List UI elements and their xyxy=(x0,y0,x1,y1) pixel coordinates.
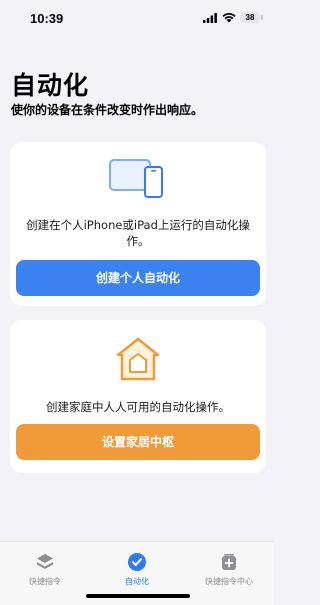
personal-automation-description: 创建在个人iPhone或iPad上运行的自动化操作。 xyxy=(26,218,250,248)
home-icon xyxy=(116,337,160,381)
personal-automation-card: 创建在个人iPhone或iPad上运行的自动化操作。 创建个人自动化 xyxy=(10,142,266,306)
status-time: 10:39 xyxy=(30,11,64,26)
tab-gallery[interactable]: 快捷指令中心 xyxy=(184,552,274,587)
tab-gallery-label: 快捷指令中心 xyxy=(205,577,253,586)
tab-automation[interactable]: 自动化 xyxy=(92,552,182,587)
wifi-icon xyxy=(222,13,236,23)
setup-home-hub-button[interactable]: 设置家居中枢 xyxy=(16,424,260,460)
checkmark-clock-icon xyxy=(128,553,146,571)
home-automation-card: 创建家庭中人人可用的自动化操作。 设置家居中枢 xyxy=(10,320,266,473)
tab-shortcuts-label: 快捷指令 xyxy=(29,577,61,586)
devices-icon xyxy=(109,159,163,198)
cellular-signal-icon xyxy=(203,13,217,23)
battery-indicator: 38 xyxy=(240,12,263,23)
home-automation-description: 创建家庭中人人可用的自动化操作。 xyxy=(46,400,230,414)
tab-shortcuts[interactable]: 快捷指令 xyxy=(0,552,90,587)
layers-icon xyxy=(37,554,53,569)
page-title: 自动化 xyxy=(11,71,90,100)
home-indicator xyxy=(86,594,190,598)
gallery-icon xyxy=(222,554,236,570)
page-subtitle: 使你的设备在条件改变时作出响应。 xyxy=(11,103,204,117)
create-personal-automation-button[interactable]: 创建个人自动化 xyxy=(16,260,260,296)
tab-automation-label: 自动化 xyxy=(125,577,149,586)
status-bar: 10:39 38 xyxy=(0,0,274,38)
